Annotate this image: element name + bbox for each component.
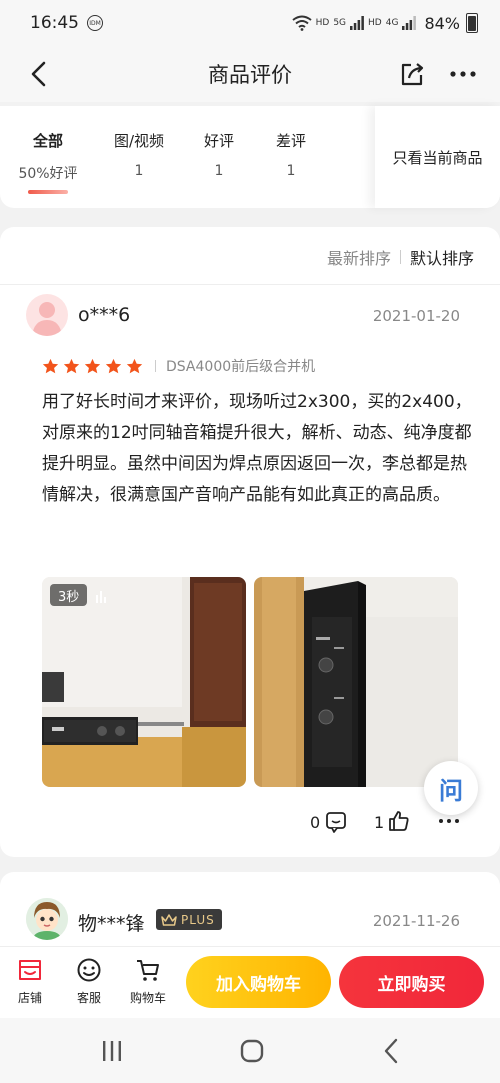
audio-wave-icon	[96, 591, 106, 603]
status-icons: HD 5G HD 4G 84%	[292, 13, 478, 33]
star-icon	[105, 358, 122, 373]
tab-sub: 1	[134, 163, 144, 179]
tab-label: 好评	[203, 132, 234, 150]
add-to-cart-button[interactable]: 加入购物车	[186, 956, 331, 1008]
sort-default[interactable]: 默认排序	[410, 245, 474, 269]
tab-label: 全部	[32, 132, 63, 150]
battery-icon	[466, 13, 478, 33]
nav-bar: 商品评价	[0, 46, 500, 102]
star-icon	[84, 358, 101, 373]
ask-question-button[interactable]: 问	[424, 761, 478, 815]
crown-icon	[161, 913, 177, 926]
network-5g-label: 5G	[333, 18, 347, 28]
divider	[0, 284, 500, 285]
only-current-product-toggle[interactable]: 只看当前商品	[375, 106, 500, 208]
tab-sub: 1	[214, 163, 224, 179]
store-label: 店铺	[17, 991, 42, 1005]
product-variant: DSA4000前后级合并机	[166, 359, 316, 375]
sort-options: 最新排序 默认排序	[327, 245, 474, 269]
review-text: 用了好长时间才来评价，现场听过2x300，买的2x400，对原来的12吋同轴音箱…	[42, 392, 472, 505]
back-icon[interactable]	[26, 60, 54, 88]
thumbs-up-icon[interactable]	[387, 809, 411, 833]
comment-icon[interactable]	[325, 811, 347, 833]
system-back-icon[interactable]	[377, 1036, 407, 1066]
recent-apps-icon[interactable]	[97, 1036, 127, 1066]
amplifier-closeup-photo	[254, 577, 458, 787]
star-icon	[42, 358, 59, 373]
bottom-action-bar: 店铺 客服 购物车 加入购物车 立即购买	[0, 946, 500, 1018]
rating-separator	[155, 360, 156, 372]
cart-button[interactable]: 购物车	[123, 957, 173, 1006]
hd-label: HD	[315, 18, 330, 28]
wifi-icon	[292, 15, 312, 31]
signal-icon-2	[402, 16, 417, 30]
customer-service-button[interactable]: 客服	[64, 957, 114, 1006]
customer-service-label: 客服	[76, 991, 101, 1005]
sort-divider	[399, 250, 401, 264]
comment-count: 0	[310, 813, 321, 832]
review-photo[interactable]	[254, 577, 458, 787]
tab-all[interactable]: 全部 50%好评	[18, 130, 78, 183]
tab-sub: 1	[286, 163, 296, 179]
tab-active-indicator	[28, 190, 68, 194]
star-icon	[126, 358, 143, 373]
status-time: 16:45	[30, 13, 79, 33]
tab-negative[interactable]: 差评 1	[268, 130, 314, 179]
review-video-thumbnail[interactable]: 3秒	[42, 577, 246, 787]
amplifier-photo	[42, 577, 246, 787]
tab-label: 图/视频	[113, 132, 165, 150]
shopping-cart-icon	[137, 960, 159, 981]
reviewer-name: 物***锋	[78, 913, 145, 935]
video-duration-badge: 3秒	[50, 584, 88, 606]
cart-label: 购物车	[129, 991, 166, 1005]
idm-icon: IDM	[87, 15, 103, 31]
like-count: 1	[374, 813, 385, 832]
tab-photo-video[interactable]: 图/视频 1	[106, 130, 172, 179]
customer-service-icon	[77, 958, 101, 982]
plus-label: PLUS	[181, 912, 215, 927]
review-card: 最新排序 默认排序 o***6 2021-01-20 DSA4000前后级合并机…	[0, 227, 500, 857]
avatar[interactable]	[26, 294, 68, 336]
more-options-icon[interactable]	[438, 814, 460, 828]
cartoon-avatar-icon	[26, 898, 68, 940]
share-icon[interactable]	[398, 60, 426, 88]
more-icon[interactable]	[448, 60, 478, 88]
store-button[interactable]: 店铺	[5, 957, 55, 1006]
signal-icon	[350, 16, 364, 30]
status-bar: 16:45 IDM HD 5G HD 4G 84%	[0, 0, 500, 46]
hd-label-2: HD	[368, 18, 382, 28]
buy-now-button[interactable]: 立即购买	[339, 956, 484, 1008]
tab-label: 差评	[275, 132, 306, 150]
review-date: 2021-11-26	[372, 912, 460, 930]
reviewer-name: o***6	[78, 304, 131, 326]
review-actions: 0 1	[0, 809, 500, 839]
battery-percent: 84%	[424, 13, 460, 33]
rating-row: DSA4000前后级合并机	[42, 356, 315, 376]
tab-positive[interactable]: 好评 1	[196, 130, 242, 179]
star-icon	[63, 358, 80, 373]
sort-newest[interactable]: 最新排序	[327, 245, 391, 269]
system-navigation-bar	[0, 1018, 500, 1083]
avatar[interactable]	[26, 898, 68, 940]
network-4g-label: 4G	[385, 18, 399, 28]
filter-tabs: 全部 50%好评 图/视频 1 好评 1 差评 1 只看当前商品	[0, 106, 500, 208]
default-avatar-icon	[32, 302, 62, 336]
tab-sub: 50%好评	[18, 166, 78, 182]
plus-member-badge: PLUS	[156, 909, 222, 930]
home-icon[interactable]	[237, 1036, 267, 1066]
review-date: 2021-01-20	[372, 307, 460, 325]
store-icon	[19, 960, 41, 980]
